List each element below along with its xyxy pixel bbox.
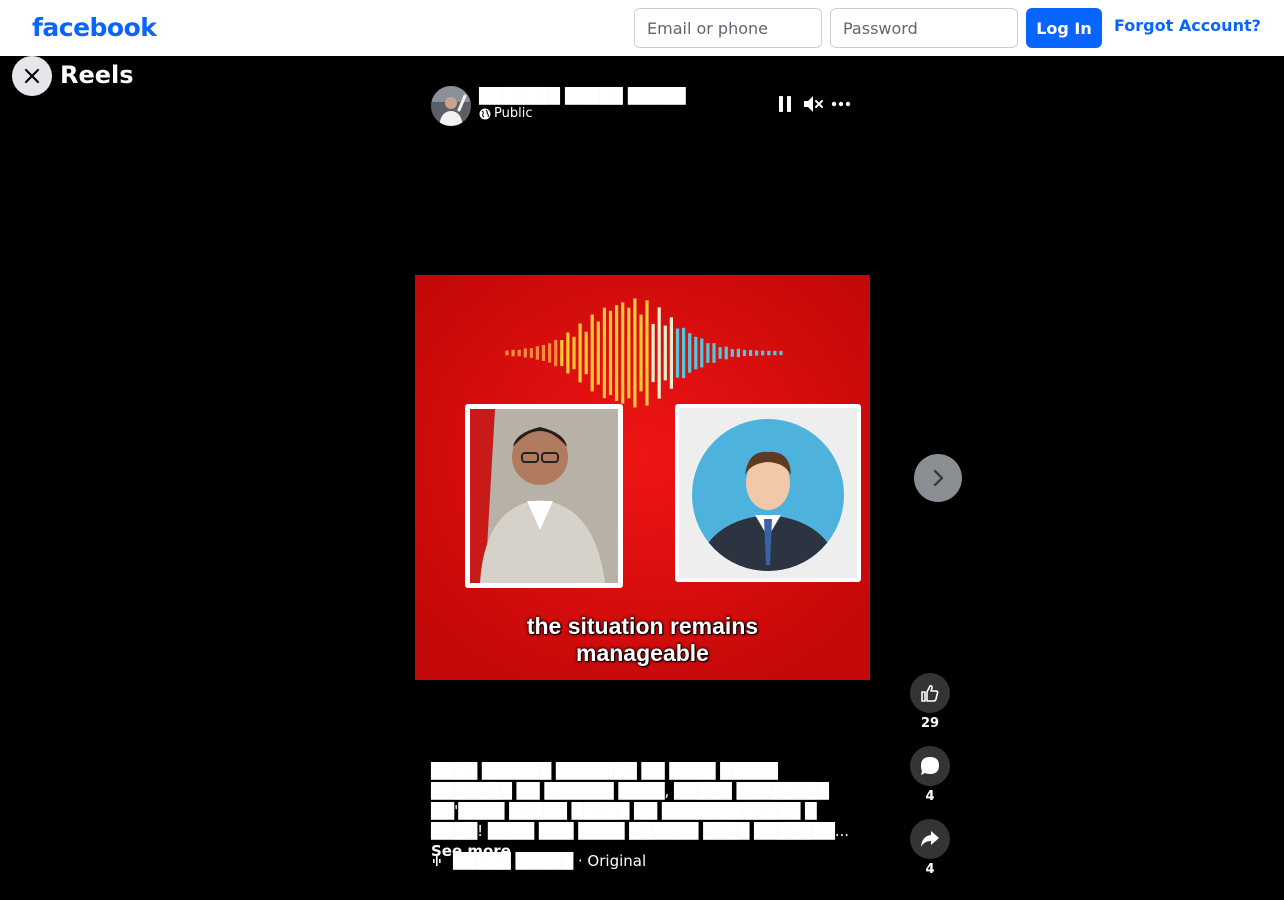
pause-icon xyxy=(779,96,791,112)
share-button[interactable] xyxy=(910,819,950,859)
muted-icon xyxy=(804,96,823,112)
waveform-bar xyxy=(712,343,716,363)
waveform-bar xyxy=(694,336,698,370)
waveform-bar xyxy=(602,307,606,399)
waveform-bar xyxy=(511,349,515,357)
waveform-bar xyxy=(517,349,521,357)
waveform-bar xyxy=(700,338,704,368)
waveform-bar xyxy=(718,347,722,359)
facebook-logo[interactable]: facebook xyxy=(32,11,157,45)
waveform-bar xyxy=(706,343,710,363)
waveform-bar xyxy=(645,300,649,406)
waveform-bar xyxy=(669,317,673,389)
audio-track-name[interactable]: █████ █████ xyxy=(453,852,573,870)
pause-button[interactable] xyxy=(774,93,796,115)
waveform-bar xyxy=(761,350,765,356)
caption-text: ████ ██████ ███████ ██ ████ █████ ██████… xyxy=(431,762,835,840)
waveform-bar xyxy=(608,310,613,396)
waveform-bar xyxy=(730,349,734,357)
waveform-bar xyxy=(663,325,667,381)
waveform-bar xyxy=(657,307,661,399)
video-subtitle: the situation remains manageable xyxy=(415,613,870,667)
forgot-account-link[interactable]: Forgot Account? xyxy=(1114,16,1261,36)
waveform-bar xyxy=(688,333,692,373)
comment-count: 4 xyxy=(925,789,935,804)
reels-title: Reels xyxy=(60,61,134,89)
waveform-bar xyxy=(554,339,558,367)
author-avatar[interactable] xyxy=(431,86,471,126)
waveform-bar xyxy=(505,350,509,356)
log-in-button[interactable]: Log In xyxy=(1026,8,1102,48)
waveform-bar xyxy=(742,349,747,356)
share-icon xyxy=(921,831,939,847)
more-options-button[interactable] xyxy=(830,93,852,115)
waveform-bar xyxy=(560,340,564,366)
author-name[interactable]: ███████ █████ █████ xyxy=(479,87,686,106)
waveform-bar xyxy=(773,350,777,356)
waveform-bar xyxy=(724,346,728,360)
audio-wave-icon xyxy=(433,856,441,866)
privacy-indicator: Public xyxy=(479,106,532,122)
waveform-bar xyxy=(621,302,625,404)
waveform-bar xyxy=(541,345,546,361)
waveform-bar xyxy=(548,343,552,363)
like-count: 29 xyxy=(920,716,940,731)
waveform-bar xyxy=(529,348,533,358)
more-icon xyxy=(831,101,851,107)
password-input[interactable] xyxy=(830,8,1018,48)
thumbs-up-icon xyxy=(921,684,939,702)
waveform-bar xyxy=(578,323,582,383)
waveform-bar xyxy=(749,350,753,356)
top-navigation-bar: facebook Log In Forgot Account? xyxy=(0,0,1284,56)
comment-icon xyxy=(921,757,939,775)
like-button[interactable] xyxy=(910,673,950,713)
waveform-bar xyxy=(779,350,783,356)
waveform-bar xyxy=(736,348,740,358)
subtitle-line-1: the situation remains xyxy=(526,613,759,639)
email-or-phone-input[interactable] xyxy=(634,8,822,48)
waveform-bar xyxy=(627,307,631,399)
waveform-bar xyxy=(615,305,619,401)
reel-caption: ████ ██████ ███████ ██ ████ █████ ██████… xyxy=(431,761,851,861)
close-reels-button[interactable] xyxy=(12,56,52,96)
waveform-bar xyxy=(651,323,655,383)
privacy-label: Public xyxy=(494,106,533,121)
waveform-bar xyxy=(633,298,637,408)
audio-original-label: · Original xyxy=(573,852,647,870)
close-icon xyxy=(24,68,40,84)
audio-attribution[interactable]: █████ █████ · Original xyxy=(431,851,646,871)
reel-video[interactable]: the situation remains manageable xyxy=(415,275,870,680)
unmute-button[interactable] xyxy=(802,93,824,115)
chevron-right-icon xyxy=(933,469,944,487)
waveform-bar xyxy=(523,348,527,358)
share-count: 4 xyxy=(925,862,935,877)
subtitle-line-2: manageable xyxy=(576,640,709,666)
waveform-bar xyxy=(755,350,759,356)
waveform-bar xyxy=(584,331,588,375)
waveform-bar xyxy=(596,321,600,385)
globe-icon xyxy=(479,108,491,120)
caption-ellipsis: ... xyxy=(834,822,850,840)
waveform-bar xyxy=(639,314,643,392)
waveform-bar xyxy=(590,314,594,392)
next-reel-button[interactable] xyxy=(914,454,962,502)
waveform-bar xyxy=(682,327,686,379)
comment-button[interactable] xyxy=(910,746,950,786)
waveform-bar xyxy=(566,332,570,374)
waveform-bar xyxy=(535,346,539,360)
waveform-bar xyxy=(767,350,771,356)
waveform-bar xyxy=(675,328,680,378)
waveform-bar xyxy=(572,336,576,370)
